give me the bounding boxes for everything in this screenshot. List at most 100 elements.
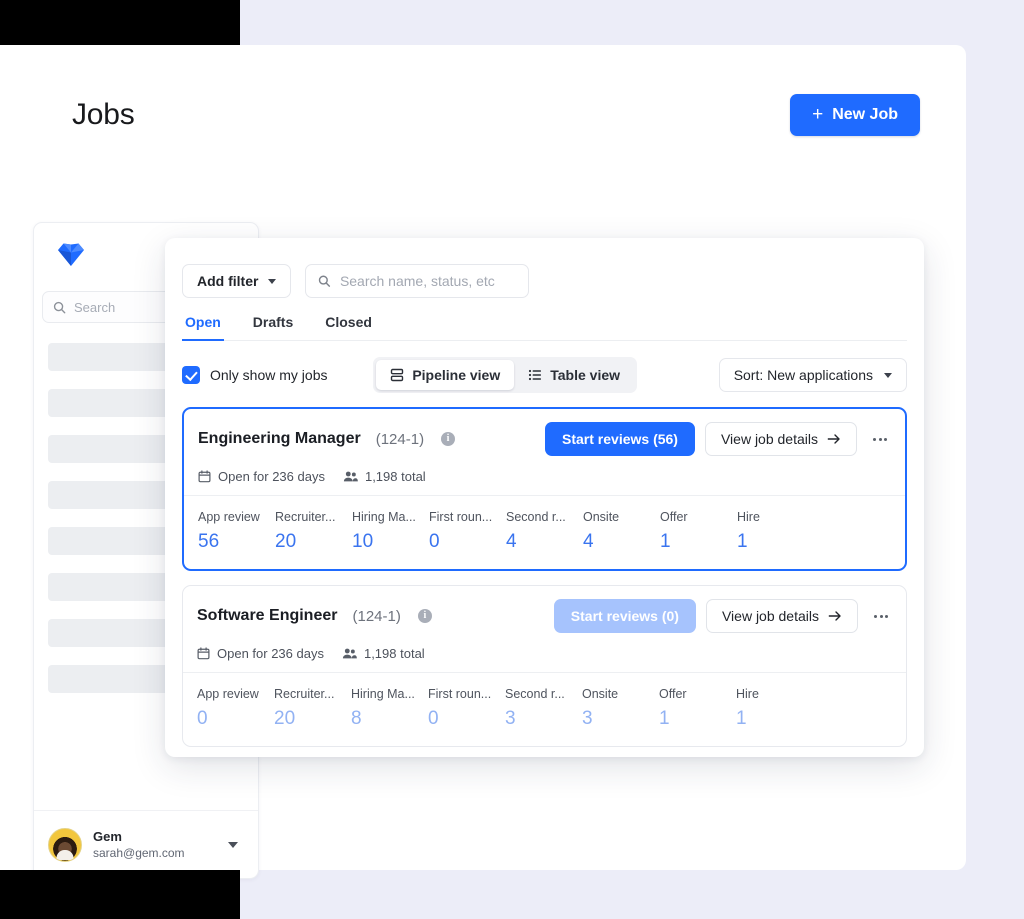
total-candidates-meta: 1,198 total: [343, 469, 426, 484]
search-input[interactable]: [339, 273, 517, 289]
stage-column[interactable]: Offer 1: [660, 510, 737, 553]
stage-label: Second r...: [506, 510, 566, 524]
sidebar-user-menu[interactable]: Gem sarah@gem.com: [34, 810, 258, 878]
chevron-down-icon[interactable]: [228, 841, 238, 848]
stage-value: 3: [505, 708, 516, 729]
stage-label: Second r...: [505, 687, 565, 701]
job-card-actions: Start reviews (0) View job details: [553, 599, 892, 633]
stage-label: Offer: [660, 510, 688, 524]
filter-row: Add filter: [165, 238, 924, 298]
info-icon[interactable]: i: [441, 432, 456, 446]
stage-label: Offer: [659, 687, 687, 701]
new-job-button[interactable]: + New Job: [790, 94, 920, 136]
sidebar-user-meta: Gem sarah@gem.com: [93, 828, 217, 862]
open-days-label: Open for 236 days: [218, 469, 325, 484]
only-show-my-jobs-checkbox[interactable]: Only show my jobs: [182, 366, 327, 384]
stage-value: 1: [660, 531, 671, 552]
open-days-label: Open for 236 days: [217, 646, 324, 661]
stage-value: 20: [274, 708, 296, 729]
table-view-label: Table view: [550, 367, 621, 383]
tab-drafts[interactable]: Drafts: [250, 314, 296, 341]
checkbox-checked-icon: [182, 366, 200, 384]
stage-column[interactable]: Second r... 3: [505, 687, 582, 730]
arrow-right-icon: [828, 611, 841, 621]
more-horizontal-icon[interactable]: [869, 432, 891, 447]
controls-row: Only show my jobs Pipeline view Table vi…: [165, 341, 924, 393]
stage-column[interactable]: Offer 1: [659, 687, 736, 730]
sidebar-search-placeholder: Search: [74, 299, 116, 315]
job-title: Software Engineer: [197, 607, 338, 624]
stage-value: 1: [736, 708, 747, 729]
job-card[interactable]: Engineering Manager (124-1) i Start revi…: [182, 407, 907, 571]
stage-label: First roun...: [429, 510, 493, 524]
sort-dropdown[interactable]: Sort: New applications: [718, 358, 907, 392]
stage-value: 1: [659, 708, 670, 729]
stage-value: 8: [351, 708, 362, 729]
stage-column[interactable]: Onsite 3: [582, 687, 659, 730]
job-req-id: (124-1): [375, 430, 425, 448]
stage-column[interactable]: App review 56: [198, 510, 275, 553]
stage-column[interactable]: App review 0: [197, 687, 274, 730]
tab-closed[interactable]: Closed: [322, 314, 375, 341]
stage-column[interactable]: Hiring Ma... 8: [351, 687, 428, 730]
stage-label: App review: [197, 687, 259, 701]
more-horizontal-icon[interactable]: [870, 609, 892, 624]
tab-open[interactable]: Open: [182, 314, 224, 341]
stage-column[interactable]: Hire 1: [737, 510, 814, 553]
jobs-search-box[interactable]: [305, 264, 530, 298]
stage-label: Onsite: [583, 510, 620, 524]
job-card-header: Engineering Manager (124-1) i Start revi…: [184, 409, 905, 469]
stage-label: Recruiter...: [274, 687, 335, 701]
stage-value: 3: [582, 708, 593, 729]
stage-column[interactable]: Hire 1: [736, 687, 813, 730]
chevron-down-icon: [883, 372, 892, 378]
stage-label: App review: [198, 510, 260, 524]
stage-label: First roun...: [428, 687, 492, 701]
job-card-header: Software Engineer (124-1) i Start review…: [183, 586, 906, 646]
view-toggle: Pipeline view Table view: [373, 357, 638, 393]
stage-column[interactable]: Recruiter... 20: [274, 687, 351, 730]
job-card-meta: Open for 236 days 1,198 total: [183, 646, 906, 673]
view-job-details-button[interactable]: View job details: [705, 599, 858, 633]
stage-column[interactable]: First roun... 0: [428, 687, 505, 730]
stage-column[interactable]: Hiring Ma... 10: [352, 510, 429, 553]
jobs-list: Engineering Manager (124-1) i Start revi…: [165, 393, 924, 747]
arrow-right-icon: [827, 434, 840, 444]
stage-value: 4: [506, 531, 517, 552]
total-candidates-meta: 1,198 total: [342, 646, 425, 661]
stage-column[interactable]: First roun... 0: [429, 510, 506, 553]
gem-diamond-logo: [56, 241, 86, 269]
job-req-id: (124-1): [352, 607, 401, 625]
stage-column[interactable]: Second r... 4: [506, 510, 583, 553]
start-reviews-button[interactable]: Start reviews (0): [553, 599, 696, 633]
total-candidates-label: 1,198 total: [363, 646, 425, 661]
stage-column[interactable]: Recruiter... 20: [275, 510, 352, 553]
start-reviews-button[interactable]: Start reviews (56): [545, 422, 695, 456]
app-window: Jobs + New Job Search Gem sarah@gem.com …: [0, 45, 966, 879]
jobs-panel: Add filter Open Drafts Closed Only show …: [165, 238, 924, 757]
stage-value: 0: [197, 708, 208, 729]
add-filter-button[interactable]: Add filter: [182, 264, 292, 298]
stage-label: Onsite: [582, 687, 619, 701]
job-card[interactable]: Software Engineer (124-1) i Start review…: [182, 585, 907, 747]
top-crop-bar: [0, 0, 240, 45]
sort-label: Sort: New applications: [733, 367, 873, 383]
pipeline-icon: [391, 368, 404, 382]
calendar-icon: [197, 647, 210, 660]
only-show-my-jobs-label: Only show my jobs: [210, 367, 328, 383]
bottom-crop-bar: [0, 870, 240, 919]
stage-column[interactable]: Onsite 4: [583, 510, 660, 553]
pipeline-view-toggle[interactable]: Pipeline view: [376, 360, 515, 390]
view-job-details-button[interactable]: View job details: [704, 422, 857, 456]
stage-value: 20: [275, 531, 297, 552]
total-candidates-label: 1,198 total: [364, 469, 426, 484]
calendar-icon: [198, 470, 211, 483]
sidebar-user-name: Gem: [93, 828, 122, 844]
open-days-meta: Open for 236 days: [198, 469, 325, 484]
info-icon[interactable]: i: [417, 609, 432, 623]
sidebar-user-email: sarah@gem.com: [93, 846, 185, 861]
pipeline-stages: App review 0 Recruiter... 20 Hiring Ma..…: [183, 673, 906, 746]
add-filter-label: Add filter: [197, 273, 259, 289]
pipeline-view-label: Pipeline view: [412, 367, 501, 383]
table-view-toggle[interactable]: Table view: [514, 360, 634, 390]
